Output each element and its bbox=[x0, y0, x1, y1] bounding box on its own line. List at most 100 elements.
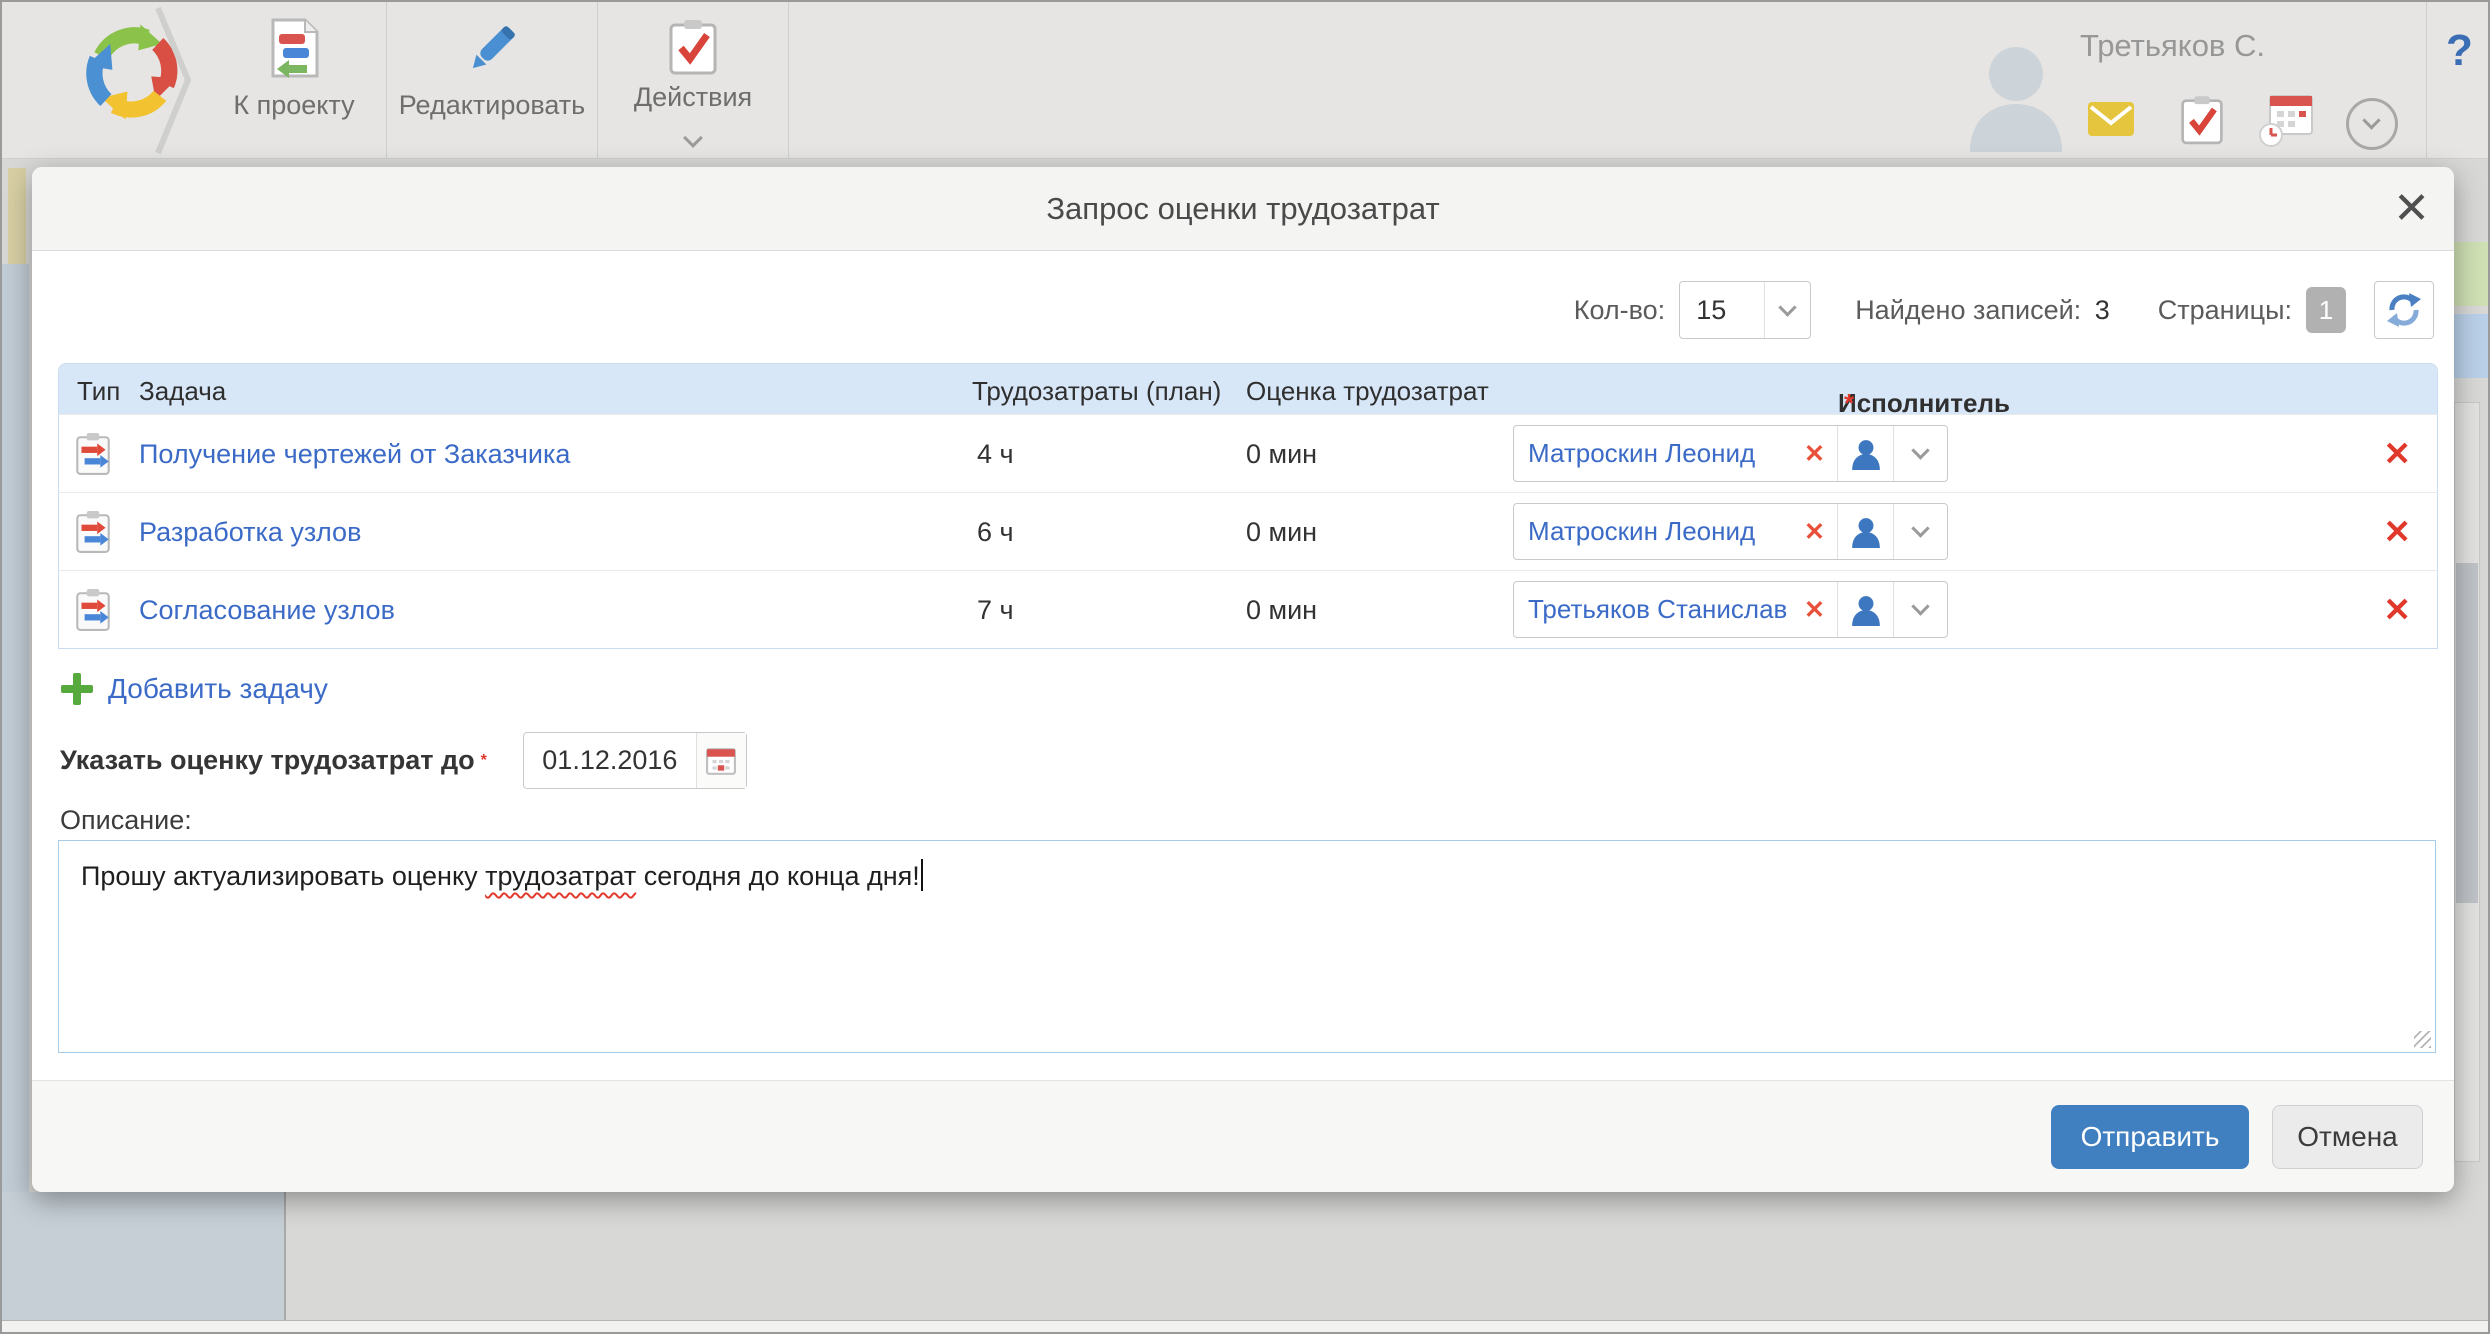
task-type-icon bbox=[75, 432, 111, 476]
app-screen: К проекту Редактировать Действия bbox=[0, 0, 2490, 1334]
actions-label: Действия bbox=[598, 82, 788, 113]
deadline-date-picker: 01.12.2016 bbox=[523, 732, 747, 789]
background-left-column bbox=[2, 264, 29, 1320]
chevron-down-icon bbox=[2362, 111, 2380, 129]
user-name: Третьяков С. bbox=[2080, 28, 2265, 64]
background-bottom-left-panel bbox=[2, 1192, 286, 1324]
estimate-value: 0 мин bbox=[1246, 571, 1317, 649]
user-avatar[interactable] bbox=[1958, 30, 2074, 152]
table-row: Получение чертежей от Заказчика 4 ч 0 ми… bbox=[59, 414, 2437, 492]
edit-button[interactable]: Редактировать bbox=[387, 2, 597, 159]
task-link[interactable]: Согласование узлов bbox=[139, 571, 395, 649]
page-size-value: 15 bbox=[1680, 282, 1764, 338]
actions-dropdown-chevron-icon bbox=[683, 128, 703, 148]
person-icon bbox=[1850, 594, 1882, 626]
close-icon[interactable]: ✕ bbox=[2393, 179, 2430, 239]
page-scrollbar[interactable] bbox=[2454, 402, 2480, 1162]
col-type: Тип bbox=[77, 376, 120, 407]
to-project-label: К проекту bbox=[202, 90, 386, 121]
breadcrumb-chevron-icon bbox=[152, 2, 196, 159]
mail-icon[interactable] bbox=[2088, 102, 2134, 136]
records-found: Найдено записей: 3 bbox=[1855, 295, 2110, 326]
description-label: Описание: bbox=[60, 805, 192, 836]
table-row: Согласование узлов 7 ч 0 мин Третьяков С… bbox=[59, 570, 2437, 648]
clear-assignee-icon[interactable]: ✕ bbox=[1804, 439, 1825, 469]
help-button[interactable]: ? bbox=[2446, 26, 2473, 76]
description-text: сегодня до конца дня! bbox=[636, 861, 920, 891]
clear-assignee-icon[interactable]: ✕ bbox=[1804, 595, 1825, 625]
assignee-input[interactable]: Матроскин Леонид ✕ bbox=[1514, 426, 1837, 481]
chevron-down-icon bbox=[1911, 597, 1929, 615]
remove-row-icon[interactable]: ✕ bbox=[2383, 493, 2411, 571]
dialog-header: Запрос оценки трудозатрат ✕ bbox=[32, 167, 2454, 251]
assignee-dropdown-button[interactable] bbox=[1893, 426, 1947, 481]
calendar-button[interactable] bbox=[696, 733, 746, 788]
assignee-input[interactable]: Матроскин Леонид ✕ bbox=[1514, 504, 1837, 559]
plan-hours: 4 ч bbox=[977, 415, 1014, 493]
textarea-resize-grip-icon[interactable] bbox=[2414, 1031, 2431, 1048]
task-type-icon bbox=[75, 588, 111, 632]
chevron-down-icon bbox=[1911, 519, 1929, 537]
remove-row-icon[interactable]: ✕ bbox=[2383, 415, 2411, 493]
pick-user-button[interactable] bbox=[1837, 582, 1893, 637]
assignee-dropdown-button[interactable] bbox=[1893, 504, 1947, 559]
records-found-value: 3 bbox=[2095, 295, 2110, 325]
task-link[interactable]: Получение чертежей от Заказчика bbox=[139, 415, 570, 493]
clipboard-check-icon bbox=[668, 18, 718, 76]
request-estimate-dialog: Запрос оценки трудозатрат ✕ Кол-во: 15 Н… bbox=[32, 167, 2454, 1192]
col-task: Задача bbox=[139, 376, 226, 407]
description-misspelled-word: трудозатрат bbox=[485, 861, 636, 891]
assignee-picker: Третьяков Станислав ✕ bbox=[1513, 581, 1948, 638]
pages-control: Страницы: 1 bbox=[2158, 287, 2346, 333]
add-task-button[interactable]: Добавить задачу bbox=[60, 672, 328, 706]
refresh-button[interactable] bbox=[2374, 281, 2434, 339]
refresh-icon bbox=[2386, 292, 2422, 328]
tasks-clipboard-icon[interactable] bbox=[2180, 92, 2224, 148]
top-toolbar: К проекту Редактировать Действия bbox=[2, 2, 2488, 159]
pick-user-button[interactable] bbox=[1837, 504, 1893, 559]
assignee-dropdown-button[interactable] bbox=[1893, 582, 1947, 637]
person-icon bbox=[1850, 438, 1882, 470]
project-document-icon bbox=[267, 18, 321, 80]
calendar-clock-icon[interactable] bbox=[2258, 94, 2314, 148]
actions-button[interactable]: Действия bbox=[598, 2, 788, 159]
tasks-table: Тип Задача Трудозатраты (план) Оценка тр… bbox=[58, 363, 2438, 649]
scrollbar-thumb[interactable] bbox=[2456, 563, 2478, 903]
cancel-button[interactable]: Отмена bbox=[2272, 1105, 2423, 1169]
description-text: Прошу актуализировать оценку bbox=[81, 861, 485, 891]
plus-icon bbox=[60, 672, 94, 706]
dialog-footer: Отправить Отмена bbox=[32, 1080, 2454, 1192]
background-left-strip bbox=[8, 168, 26, 264]
pick-user-button[interactable] bbox=[1837, 426, 1893, 481]
page-number-badge[interactable]: 1 bbox=[2306, 287, 2346, 333]
list-controls: Кол-во: 15 Найдено записей: 3 Страницы: … bbox=[1574, 280, 2434, 340]
table-header: Тип Задача Трудозатраты (план) Оценка тр… bbox=[59, 364, 2437, 414]
clear-assignee-icon[interactable]: ✕ bbox=[1804, 517, 1825, 547]
dialog-title: Запрос оценки трудозатрат bbox=[32, 167, 2454, 251]
background-bottom-bar bbox=[2, 1320, 2488, 1332]
toolbar-divider bbox=[2426, 2, 2427, 158]
assignee-input[interactable]: Третьяков Станислав ✕ bbox=[1514, 582, 1837, 637]
task-type-icon bbox=[75, 510, 111, 554]
pencil-icon bbox=[463, 18, 521, 80]
user-menu-chevron-button[interactable] bbox=[2346, 98, 2398, 150]
deadline-label: Указать оценку трудозатрат до bbox=[60, 745, 475, 776]
records-found-label: Найдено записей: bbox=[1855, 295, 2081, 325]
col-plan: Трудозатраты (план) bbox=[972, 376, 1221, 407]
add-task-label: Добавить задачу bbox=[108, 673, 328, 705]
edit-label: Редактировать bbox=[387, 90, 597, 121]
page-size-select[interactable]: 15 bbox=[1679, 281, 1811, 339]
remove-row-icon[interactable]: ✕ bbox=[2383, 571, 2411, 649]
task-link[interactable]: Разработка узлов bbox=[139, 493, 361, 571]
assignee-name: Матроскин Леонид bbox=[1528, 438, 1798, 469]
plan-hours: 7 ч bbox=[977, 571, 1014, 649]
table-row: Разработка узлов 6 ч 0 мин Матроскин Лео… bbox=[59, 492, 2437, 570]
deadline-row: Указать оценку трудозатрат до * 01.12.20… bbox=[60, 732, 747, 789]
deadline-date-input[interactable]: 01.12.2016 bbox=[524, 733, 696, 788]
description-textarea[interactable]: Прошу актуализировать оценку трудозатрат… bbox=[58, 840, 2436, 1053]
submit-button[interactable]: Отправить bbox=[2051, 1105, 2249, 1169]
toolbar-divider bbox=[788, 2, 789, 158]
pages-label: Страницы: bbox=[2158, 295, 2292, 326]
to-project-button[interactable]: К проекту bbox=[202, 2, 386, 159]
assignee-name: Третьяков Станислав bbox=[1528, 594, 1798, 625]
